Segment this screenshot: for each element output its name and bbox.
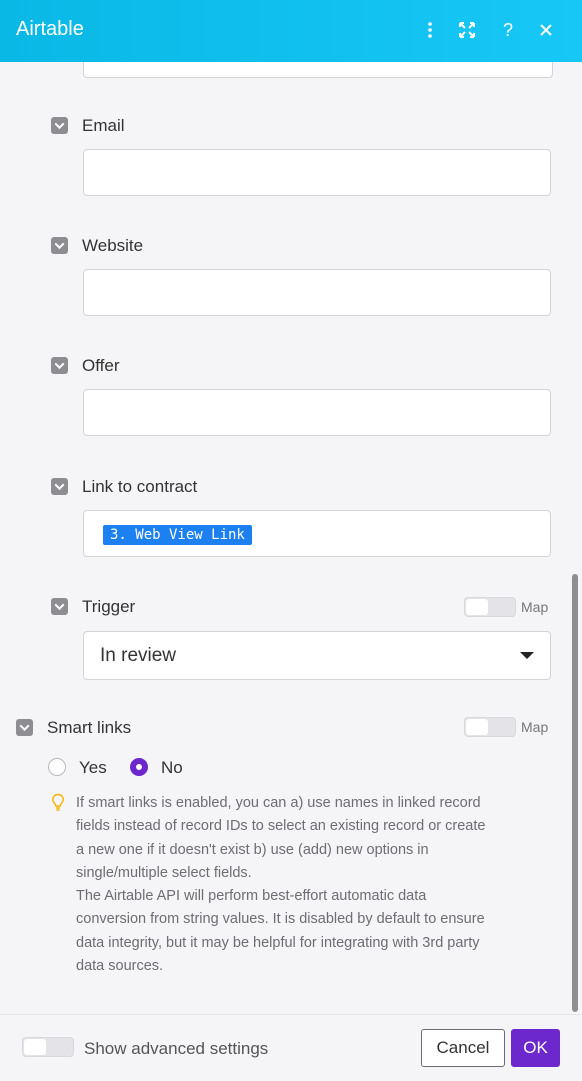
email-field[interactable] (83, 149, 551, 196)
cancel-button[interactable]: Cancel (421, 1029, 505, 1067)
trigger-select[interactable]: In review (83, 631, 551, 680)
ok-button[interactable]: OK (511, 1029, 560, 1067)
smart-links-help-text: If smart links is enabled, you can a) us… (76, 792, 560, 978)
modal-body: Email Website Offer Link to contract 3. … (0, 62, 582, 1014)
trigger-map-label: Map (521, 599, 549, 615)
radio-no[interactable] (130, 758, 148, 776)
more-vertical-icon[interactable] (417, 17, 443, 43)
help-line: If smart links is enabled, you can a) us… (76, 795, 481, 811)
advanced-settings-label[interactable]: Show advanced settings (84, 1039, 268, 1059)
smart-links-map-toggle[interactable] (464, 717, 516, 737)
trigger-checkbox[interactable] (51, 598, 68, 615)
modal-title: Airtable (16, 18, 84, 40)
radio-yes-label[interactable]: Yes (79, 758, 107, 778)
help-line: data sources. (76, 958, 164, 975)
email-label: Email (82, 116, 125, 135)
link-to-contract-checkbox[interactable] (51, 478, 68, 495)
help-line: conversion from string values. It is dis… (76, 911, 485, 928)
advanced-settings-toggle[interactable] (22, 1037, 74, 1057)
website-checkbox[interactable] (51, 237, 68, 254)
scrollbar[interactable] (572, 574, 578, 1012)
radio-no-label[interactable]: No (161, 758, 183, 778)
close-icon[interactable] (533, 17, 559, 43)
chevron-down-icon (520, 652, 534, 659)
offer-checkbox[interactable] (51, 357, 68, 374)
lightbulb-icon (52, 793, 64, 811)
help-icon[interactable]: ? (495, 17, 521, 43)
radio-yes[interactable] (48, 758, 66, 776)
previous-field-input[interactable] (83, 62, 553, 78)
offer-field[interactable] (83, 389, 551, 436)
smart-links-map-label: Map (521, 719, 549, 735)
expand-icon[interactable] (454, 17, 480, 43)
toggle-knob (24, 1039, 46, 1055)
smart-links-checkbox[interactable] (16, 719, 33, 736)
website-field[interactable] (83, 269, 551, 316)
help-line: a new one if it doesn't exist b) use (ad… (76, 841, 429, 858)
smart-links-label: Smart links (47, 718, 132, 737)
trigger-label: Trigger (82, 597, 136, 616)
mapped-token[interactable]: 3. Web View Link (103, 525, 252, 545)
help-line: fields instead of record IDs to select a… (76, 818, 486, 835)
help-line: The Airtable API will perform best-effor… (76, 888, 427, 905)
toggle-knob (466, 599, 488, 615)
website-label: Website (82, 236, 144, 255)
trigger-map-toggle[interactable] (464, 597, 516, 617)
link-to-contract-label: Link to contract (82, 477, 198, 496)
email-checkbox[interactable] (51, 117, 68, 134)
help-line: data integrity, but it may be helpful fo… (76, 934, 480, 951)
modal-footer: Show advanced settings Cancel OK (0, 1014, 582, 1081)
modal-header: Airtable ? (0, 0, 582, 62)
toggle-knob (466, 719, 488, 735)
offer-label: Offer (82, 356, 120, 375)
trigger-selected-value: In review (100, 645, 177, 666)
link-to-contract-field[interactable]: 3. Web View Link (83, 510, 551, 557)
help-line: single/multiple select fields. (76, 864, 252, 881)
